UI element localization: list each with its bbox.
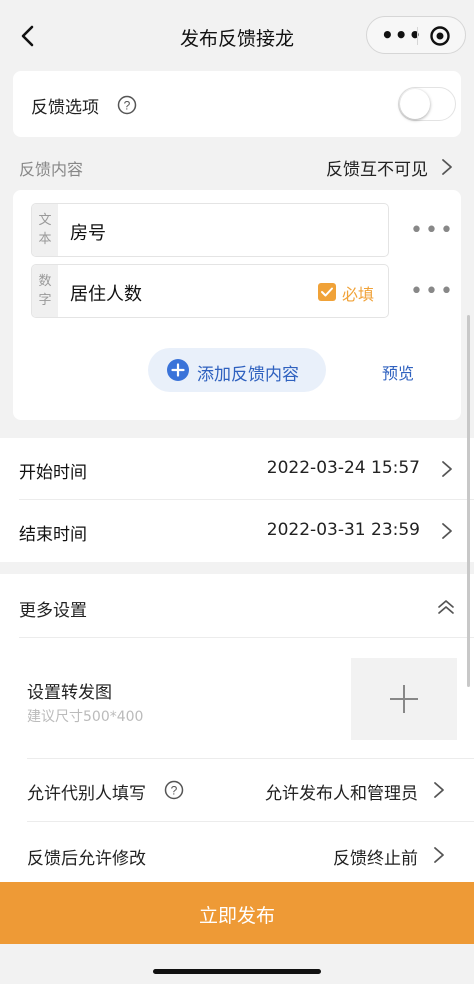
- feedback-option-toggle[interactable]: [398, 87, 456, 121]
- modify-after-feedback-row[interactable]: 反馈后允许修改 反馈终止前: [0, 824, 474, 886]
- field-more-icon[interactable]: •••: [410, 279, 455, 304]
- field-more-icon[interactable]: •••: [410, 218, 455, 243]
- field-room-number[interactable]: 文 本 房号: [31, 203, 389, 257]
- field-type-char: 文: [38, 213, 52, 228]
- upload-image-button[interactable]: [351, 658, 457, 740]
- feedback-content-header: 反馈内容 反馈互不可见: [0, 142, 474, 190]
- field-type-tag: 文 本: [32, 204, 58, 256]
- feedback-option-label: 反馈选项: [31, 98, 99, 118]
- plus-icon: [403, 685, 405, 713]
- checkbox-checked-icon: [318, 283, 336, 301]
- preview-link[interactable]: 预览: [382, 360, 414, 384]
- capsule-divider: [417, 27, 418, 45]
- start-time-row[interactable]: 开始时间 2022-03-24 15:57: [0, 438, 474, 500]
- proxy-fill-value: 允许发布人和管理员: [265, 784, 418, 804]
- field-type-char: 字: [38, 293, 52, 308]
- start-time-value: 2022-03-24 15:57: [266, 458, 420, 478]
- chevron-right-icon[interactable]: [440, 157, 454, 177]
- end-time-value: 2022-03-31 23:59: [266, 520, 420, 540]
- chevron-right-icon: [434, 782, 444, 798]
- toggle-knob: [400, 89, 430, 119]
- svg-text:?: ?: [124, 99, 131, 113]
- add-button-label: 添加反馈内容: [197, 365, 299, 385]
- visibility-setting[interactable]: 反馈互不可见: [326, 155, 428, 180]
- chevron-right-icon: [442, 461, 452, 477]
- field-name: 居住人数: [70, 284, 142, 305]
- feedback-fields-card: 文 本 房号 ••• 数 字 居住人数 必填 ••• 添加反馈内容 预览: [13, 190, 461, 420]
- double-chevron-up-icon[interactable]: [436, 598, 456, 616]
- field-name: 房号: [70, 223, 106, 244]
- scrollbar[interactable]: [467, 315, 470, 687]
- add-feedback-content-button[interactable]: 添加反馈内容: [148, 348, 326, 392]
- end-time-row[interactable]: 结束时间 2022-03-31 23:59: [0, 500, 474, 562]
- publish-now-button[interactable]: 立即发布: [0, 882, 474, 944]
- proxy-fill-row[interactable]: 允许代别人填写 ? 允许发布人和管理员: [0, 759, 474, 821]
- question-circle-icon[interactable]: ?: [164, 780, 184, 800]
- row-divider: [27, 821, 474, 822]
- more-settings-panel: 更多设置 设置转发图 建议尺寸500*400 允许代别人填写 ? 允许发布人和管…: [0, 574, 474, 894]
- modify-label: 反馈后允许修改: [27, 849, 146, 869]
- end-time-label: 结束时间: [19, 525, 87, 545]
- svg-text:?: ?: [171, 784, 178, 798]
- publish-button-label: 立即发布: [198, 905, 275, 927]
- modify-value: 反馈终止前: [333, 849, 418, 869]
- field-resident-count[interactable]: 数 字 居住人数 必填: [31, 264, 389, 318]
- feedback-option-card: 反馈选项 ?: [13, 71, 461, 137]
- field-type-char: 本: [38, 232, 52, 247]
- field-type-tag: 数 字: [32, 265, 58, 317]
- forward-image-row: 设置转发图 建议尺寸500*400: [0, 638, 474, 758]
- navigation-bar: 发布反馈接龙 •••: [0, 0, 474, 66]
- field-type-char: 数: [38, 274, 52, 289]
- home-indicator[interactable]: [153, 969, 321, 974]
- forward-image-label: 设置转发图: [27, 683, 112, 703]
- forward-image-hint: 建议尺寸500*400: [27, 709, 144, 725]
- target-circle-icon[interactable]: [429, 25, 451, 47]
- more-settings-header[interactable]: 更多设置: [19, 596, 87, 621]
- mini-program-capsule: •••: [366, 16, 466, 54]
- question-circle-icon[interactable]: ?: [117, 95, 137, 115]
- plus-circle-icon: [167, 359, 189, 381]
- chevron-right-icon: [434, 847, 444, 863]
- feedback-content-label: 反馈内容: [19, 160, 84, 179]
- chevron-right-icon: [442, 523, 452, 539]
- start-time-label: 开始时间: [19, 463, 87, 483]
- required-label: 必填: [342, 285, 375, 304]
- proxy-fill-label: 允许代别人填写: [27, 784, 146, 804]
